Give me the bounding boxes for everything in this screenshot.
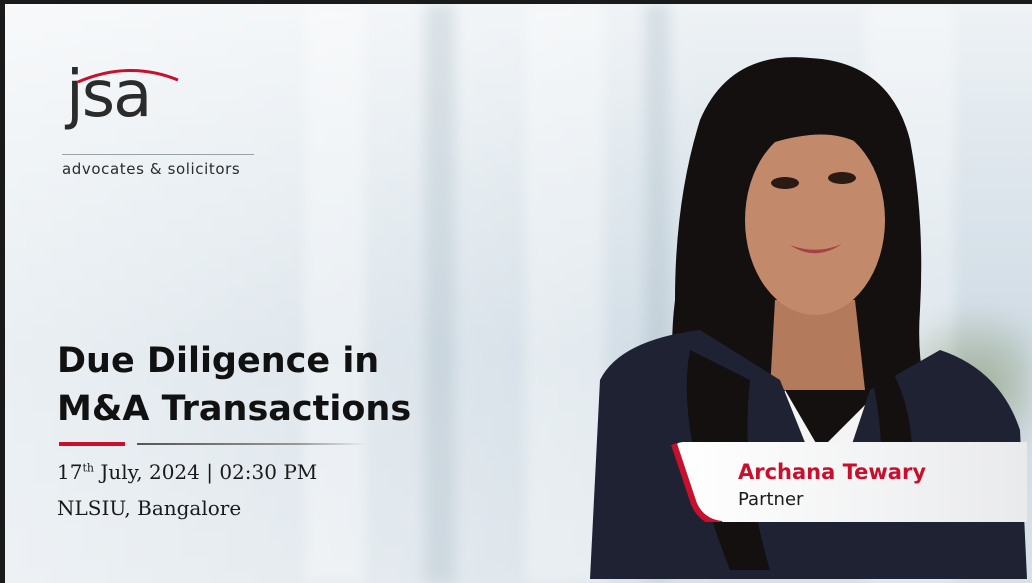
- date-suffix: th: [82, 461, 94, 475]
- event-title-line-1: Due Diligence in: [57, 341, 380, 381]
- logo-mark: jsa: [60, 58, 260, 142]
- event-title-line-2: M&A Transactions: [57, 389, 412, 429]
- event-title: Due Diligence in M&A Transactions: [57, 337, 497, 433]
- background-pillar: [305, 4, 365, 583]
- background-pillar: [425, 4, 455, 583]
- speaker-role: Partner: [738, 489, 804, 510]
- logo-subtitle: advocates & solicitors: [62, 160, 241, 178]
- event-venue: NLSIU, Bangalore: [57, 496, 242, 520]
- logo-wordmark: jsa: [66, 58, 152, 132]
- divider-rule: [137, 443, 367, 445]
- logo-divider: [62, 154, 254, 155]
- date-day: 17: [57, 460, 83, 484]
- accent-rule: [59, 442, 125, 446]
- speaker-name: Archana Tewary: [738, 460, 927, 484]
- right-eye: [828, 172, 856, 184]
- event-datetime: 17th July, 2024 | 02:30 PM: [57, 460, 317, 484]
- face-shape: [745, 125, 885, 315]
- company-logo: jsa advocates & solicitors: [60, 58, 260, 178]
- left-eye: [771, 177, 799, 189]
- date-rest: July, 2024 | 02:30 PM: [93, 460, 318, 484]
